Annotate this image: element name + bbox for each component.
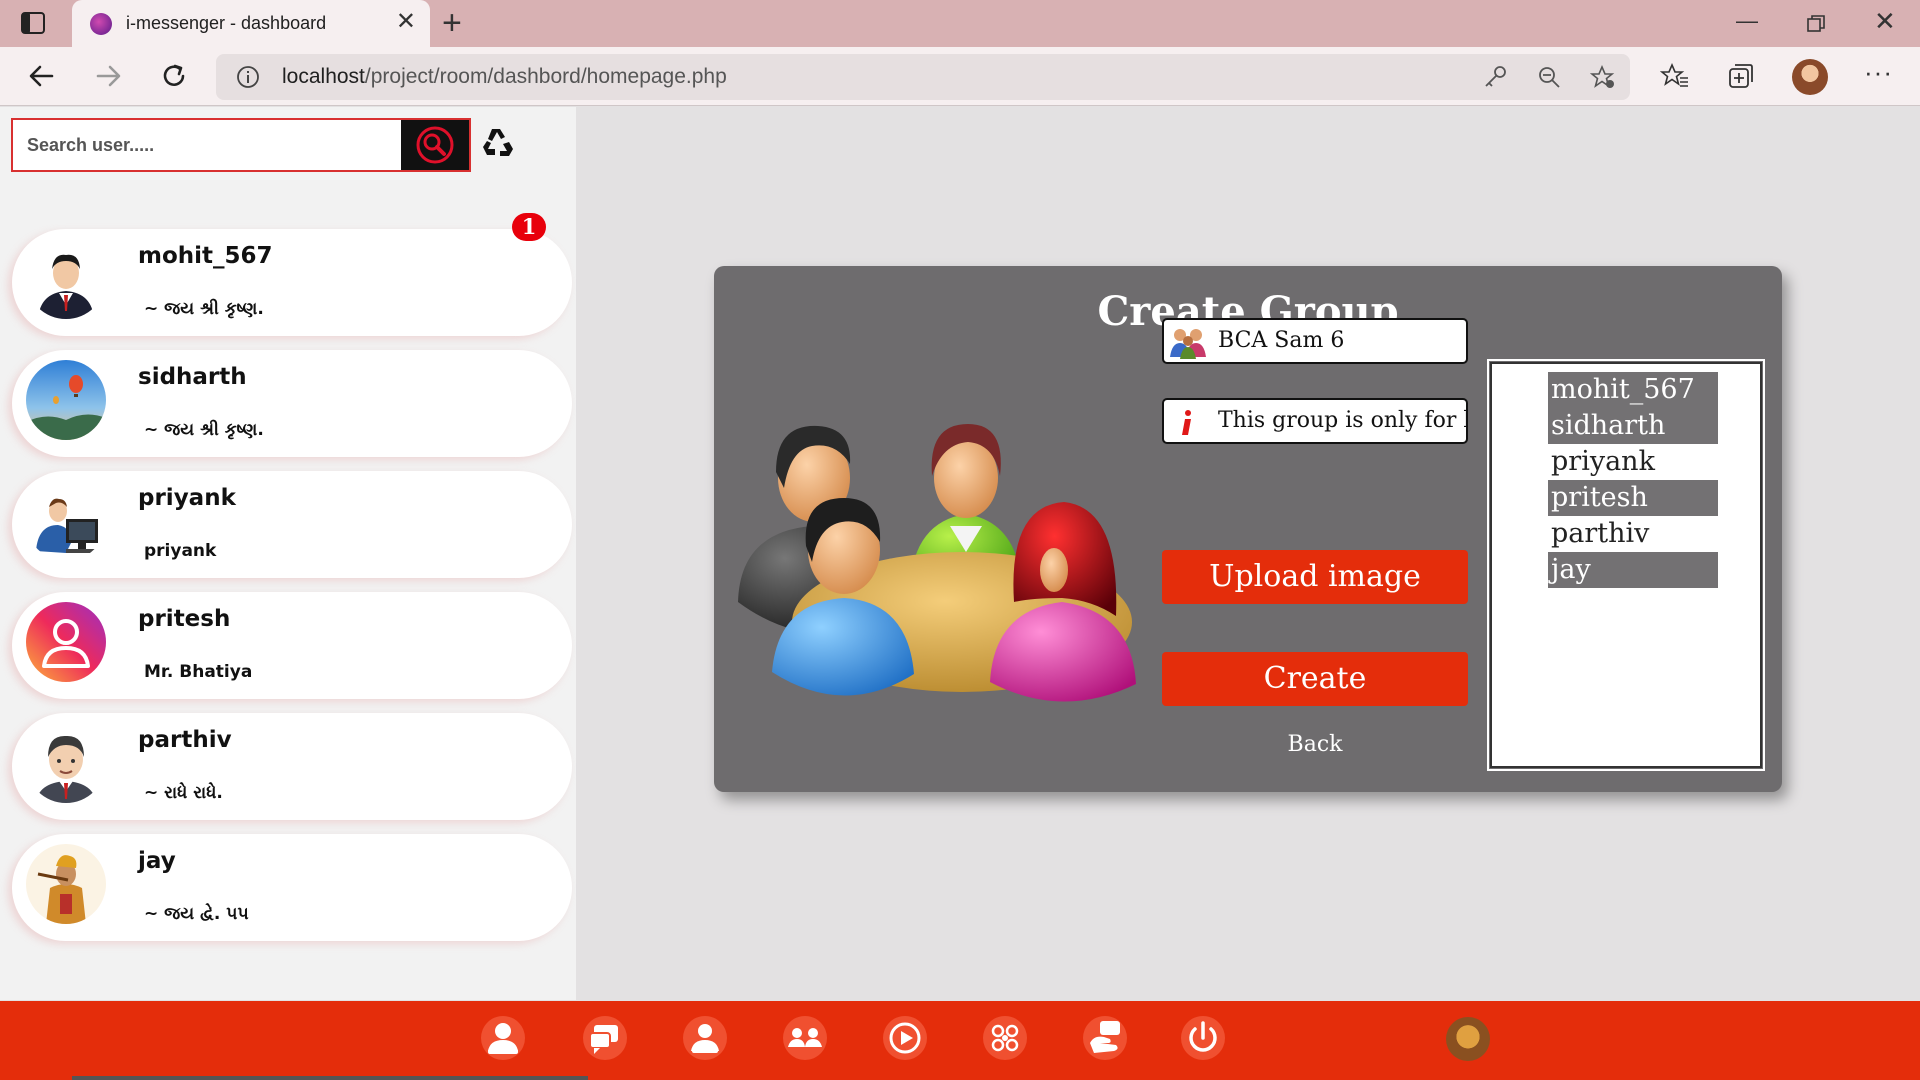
user-name: priyank [138, 485, 236, 511]
member-select-list[interactable]: mohit_567 sidharth priyank pritesh parth… [1487, 359, 1765, 771]
refresh-icon[interactable] [478, 123, 518, 163]
create-group-panel: Create Group BCA Sam 6 This group is onl… [714, 266, 1782, 792]
member-option[interactable]: sidharth [1548, 408, 1718, 444]
user-item-parthiv[interactable]: parthiv ~ રાધે રાધે. [12, 713, 572, 820]
browser-tab-bar: i-messenger - dashboard ✕ + — ✕ [0, 0, 1920, 47]
user-item-priyank[interactable]: priyank priyank [12, 471, 572, 578]
search-input[interactable] [13, 120, 403, 170]
user-item-pritesh[interactable]: pritesh Mr. Bhatiya [12, 592, 572, 699]
zoom-out-icon[interactable] [1536, 64, 1562, 90]
reload-icon[interactable] [158, 60, 190, 92]
member-option[interactable]: priyank [1548, 444, 1718, 480]
key-icon[interactable] [1482, 64, 1508, 90]
member-option[interactable]: mohit_567 [1548, 372, 1718, 408]
user-status: priyank [144, 541, 217, 561]
back-link[interactable]: Back [1162, 732, 1468, 757]
upload-image-button[interactable]: Upload image [1162, 550, 1468, 604]
group-description-input[interactable]: This group is only for bca [1218, 400, 1466, 442]
add-user-icon[interactable] [680, 1013, 730, 1063]
user-status: ~ જય દ્વે. ૫૫ [144, 904, 249, 924]
user-name: sidharth [138, 364, 247, 390]
tab-title: i-messenger - dashboard [126, 13, 327, 33]
user-item-mohit[interactable]: mohit_567 ~ જય શ્રી કૃષ્ણ. 1 [12, 213, 572, 336]
member-option[interactable]: parthiv [1548, 516, 1718, 552]
tab-close-icon[interactable]: ✕ [396, 10, 416, 34]
group-description-box[interactable]: This group is only for bca [1162, 398, 1468, 444]
group-people-illustration [738, 424, 1136, 702]
feedback-icon[interactable] [1080, 1013, 1130, 1063]
back-icon[interactable] [26, 60, 58, 92]
new-tab-icon[interactable]: + [442, 6, 462, 40]
search-icon [416, 126, 454, 164]
bottom-nav-bar [0, 1001, 1920, 1080]
tab-actions-icon[interactable] [20, 11, 46, 35]
avatar [26, 844, 106, 924]
user-name: mohit_567 [138, 243, 273, 269]
avatar [26, 723, 106, 803]
user-list: mohit_567 ~ જય શ્રી કૃષ્ણ. 1 sidharth ~ … [12, 213, 572, 955]
user-name: parthiv [138, 727, 232, 753]
user-status: ~ રાધે રાધે. [144, 783, 223, 803]
user-name: pritesh [138, 606, 231, 632]
user-status: ~ જય શ્રી કૃષ્ણ. [144, 420, 264, 440]
avatar [26, 481, 106, 561]
create-button[interactable]: Create [1162, 652, 1468, 706]
user-name: jay [138, 848, 176, 874]
profile-icon[interactable] [478, 1013, 528, 1063]
scroll-indicator [72, 1076, 588, 1080]
site-info-icon[interactable] [236, 65, 260, 89]
favorites-icon[interactable] [1660, 61, 1690, 91]
unread-badge: 1 [512, 213, 546, 241]
group-name-input-box[interactable]: BCA Sam 6 [1162, 318, 1468, 364]
group-name-input[interactable]: BCA Sam 6 [1218, 320, 1466, 362]
add-favorite-icon[interactable] [1590, 64, 1616, 90]
member-option[interactable]: jay [1548, 552, 1718, 588]
user-item-sidharth[interactable]: sidharth ~ જય શ્રી કૃષ્ણ. [12, 350, 572, 457]
avatar [26, 360, 106, 440]
browser-tab[interactable]: i-messenger - dashboard ✕ [72, 0, 430, 47]
chats-icon[interactable] [580, 1013, 630, 1063]
search-box [11, 118, 471, 172]
forward-icon[interactable] [92, 60, 124, 92]
video-icon[interactable] [880, 1013, 930, 1063]
close-window-icon[interactable]: ✕ [1874, 6, 1896, 37]
user-status: Mr. Bhatiya [144, 662, 253, 682]
collections-icon[interactable] [1726, 61, 1756, 91]
sidebar: mohit_567 ~ જય શ્રી કૃષ્ણ. 1 sidharth ~ … [0, 107, 576, 1000]
groups-icon[interactable] [780, 1013, 830, 1063]
tab-favicon-icon [90, 13, 112, 35]
minimize-icon[interactable]: — [1736, 8, 1758, 34]
group-icon [1170, 329, 1206, 359]
avatar [26, 239, 106, 319]
user-status: ~ જય શ્રી કૃષ્ણ. [144, 299, 264, 319]
power-icon[interactable] [1178, 1013, 1228, 1063]
apps-icon[interactable] [980, 1013, 1030, 1063]
address-bar[interactable]: localhost/project/room/dashbord/homepage… [216, 54, 1630, 100]
url-text: localhost/project/room/dashbord/homepage… [282, 65, 727, 88]
user-avatar[interactable] [1446, 1017, 1490, 1061]
member-option[interactable]: pritesh [1548, 480, 1718, 516]
user-item-jay[interactable]: jay ~ જય દ્વે. ૫૫ [12, 834, 572, 941]
search-button[interactable] [401, 120, 469, 170]
browser-profile-avatar[interactable] [1792, 59, 1828, 95]
info-icon [1182, 410, 1191, 435]
restore-icon[interactable] [1806, 14, 1826, 34]
more-icon[interactable]: ··· [1864, 57, 1894, 87]
avatar [26, 602, 106, 682]
browser-toolbar: localhost/project/room/dashbord/homepage… [0, 47, 1920, 106]
